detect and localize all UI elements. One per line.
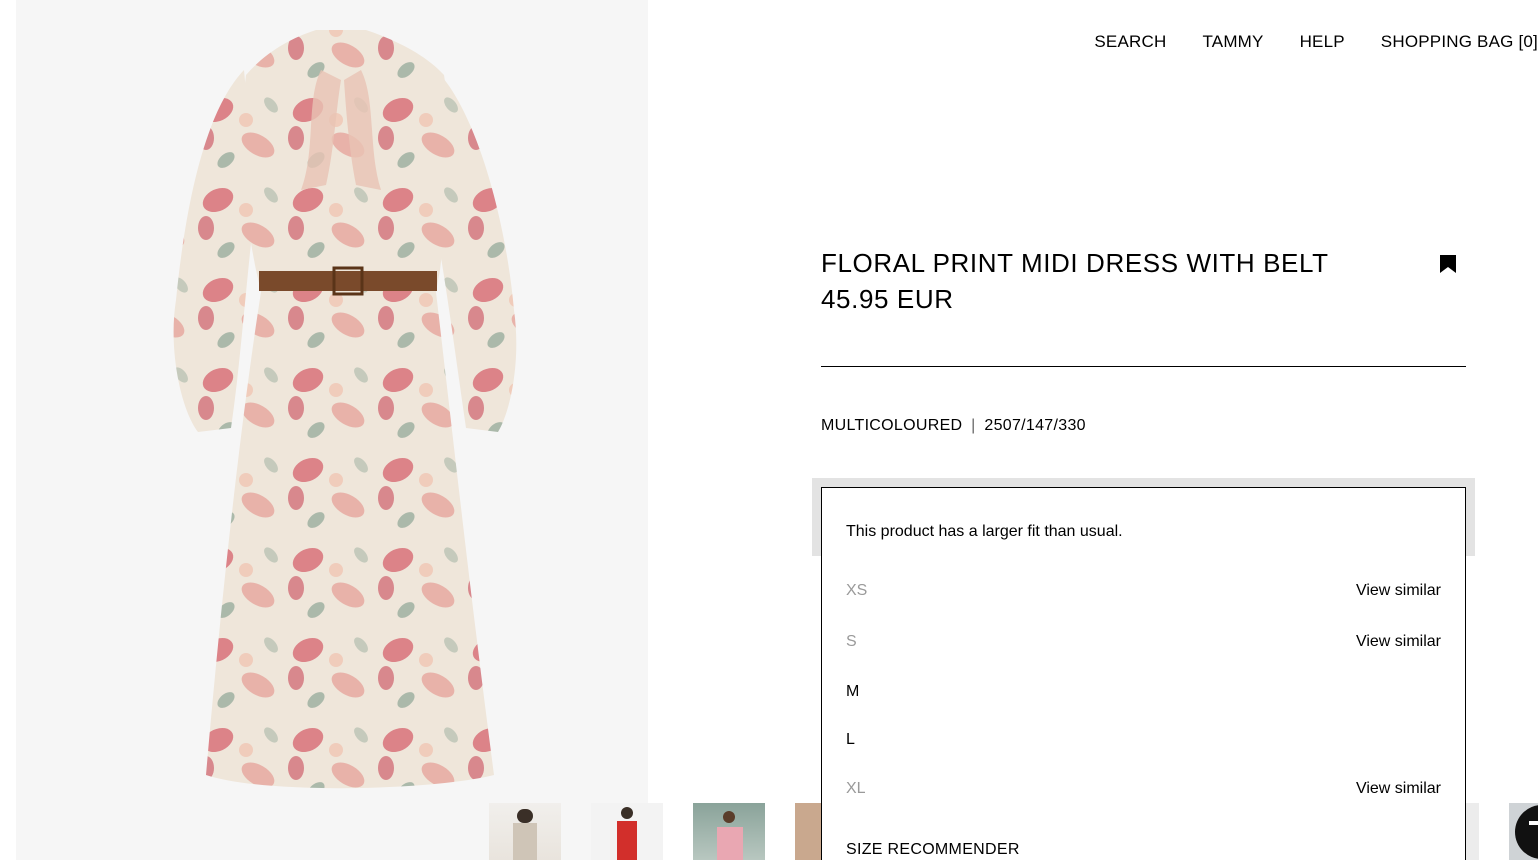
color-reference: MULTICOLOURED | 2507/147/330 xyxy=(821,417,1086,435)
size-option-xl[interactable]: XL View similar xyxy=(846,777,1441,801)
chat-bubble xyxy=(1515,805,1538,859)
view-similar-link[interactable]: View similar xyxy=(1356,582,1441,600)
bookmark-icon[interactable] xyxy=(1438,253,1458,275)
related-product-thumbnail[interactable] xyxy=(591,803,663,860)
size-option-xs[interactable]: XS View similar xyxy=(846,579,1441,603)
view-similar-link[interactable]: View similar xyxy=(1356,780,1441,798)
product-color: MULTICOLOURED xyxy=(821,417,963,434)
nav-shopping-bag[interactable]: SHOPPING BAG [0] xyxy=(1381,32,1538,52)
size-option-m[interactable]: M xyxy=(846,680,1441,704)
related-products-strip xyxy=(0,803,1538,860)
dress-illustration xyxy=(173,30,517,789)
chat-icon[interactable] xyxy=(1509,803,1538,860)
top-navigation: SEARCH TAMMY HELP SHOPPING BAG [0] xyxy=(1094,32,1538,52)
related-product-thumbnail[interactable] xyxy=(489,803,561,860)
size-option-s[interactable]: S View similar xyxy=(846,630,1441,654)
size-label: XL xyxy=(846,780,866,797)
product-image[interactable] xyxy=(16,0,648,860)
nav-search[interactable]: SEARCH xyxy=(1094,32,1166,52)
product-title: FLORAL PRINT MIDI DRESS WITH BELT xyxy=(821,248,1329,278)
related-product-thumbnail[interactable] xyxy=(693,803,765,860)
view-similar-link[interactable]: View similar xyxy=(1356,633,1441,651)
size-label: S xyxy=(846,633,857,650)
size-option-l[interactable]: L xyxy=(846,728,1441,752)
related-product-thumbnail[interactable] xyxy=(1466,803,1479,860)
product-reference: 2507/147/330 xyxy=(984,417,1086,434)
nav-help[interactable]: HELP xyxy=(1300,32,1345,52)
fit-note: This product has a larger fit than usual… xyxy=(846,523,1123,540)
divider xyxy=(821,366,1466,367)
size-label: M xyxy=(846,683,860,700)
related-product-thumbnail[interactable] xyxy=(795,803,821,860)
separator: | xyxy=(971,417,976,434)
size-label: XS xyxy=(846,582,868,599)
size-label: L xyxy=(846,731,855,748)
product-price: 45.95 EUR xyxy=(821,284,954,314)
nav-user-account[interactable]: TAMMY xyxy=(1202,32,1263,52)
